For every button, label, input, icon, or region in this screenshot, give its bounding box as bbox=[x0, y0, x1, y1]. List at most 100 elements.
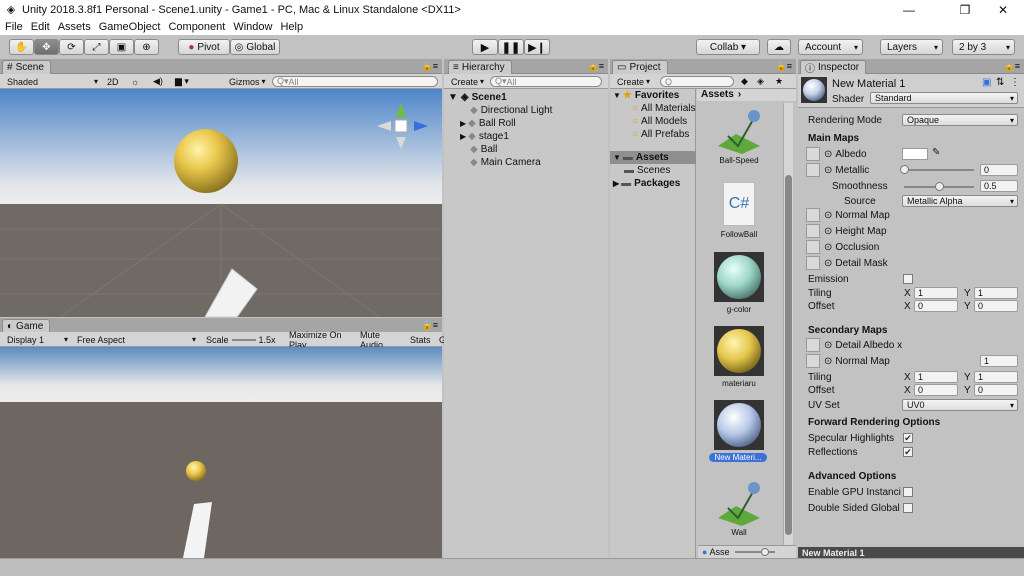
panel-menu-icon[interactable]: 🔒≡ bbox=[588, 61, 604, 72]
step-button[interactable]: ▶❙ bbox=[524, 39, 550, 55]
mute-audio-toggle[interactable]: Mute Audio bbox=[357, 330, 405, 350]
minimize-button[interactable]: — bbox=[886, 0, 932, 19]
move-tool-icon[interactable]: ✥ bbox=[34, 39, 59, 55]
smoothness-value-field[interactable]: 0.5 bbox=[980, 180, 1018, 192]
scale-tool-icon[interactable]: ⤢ bbox=[84, 39, 109, 55]
height-map-slot[interactable] bbox=[806, 224, 820, 238]
occlusion-slot[interactable] bbox=[806, 240, 820, 254]
menu-component[interactable]: Component bbox=[168, 21, 225, 33]
play-button[interactable]: ▶ bbox=[472, 39, 498, 55]
packages-folder[interactable]: ▶ ▬ Packages bbox=[613, 177, 680, 190]
layers-dropdown[interactable]: Layers ▾ bbox=[880, 39, 943, 55]
specular-highlights-checkbox[interactable]: ✔ bbox=[903, 433, 913, 443]
target-icon[interactable]: ⊙ bbox=[824, 165, 832, 176]
tab-project[interactable]: ▭ Project bbox=[612, 60, 668, 74]
target-icon[interactable]: ⊙ bbox=[824, 258, 832, 269]
preview-bar[interactable]: New Material 1 bbox=[798, 547, 1024, 558]
panel-menu-icon[interactable]: 🔒≡ bbox=[422, 61, 438, 72]
target-icon[interactable]: ⊙ bbox=[824, 242, 832, 253]
wall-asset-icon[interactable] bbox=[712, 478, 766, 526]
settings-icon[interactable]: ⇅ bbox=[996, 77, 1004, 88]
light-toggle-icon[interactable]: ☼ bbox=[128, 76, 146, 87]
cloud-icon[interactable]: ☁ bbox=[767, 39, 791, 55]
hierarchy-search-input[interactable]: Q▾ All bbox=[490, 76, 602, 87]
rendering-mode-dropdown[interactable]: Opaque bbox=[902, 114, 1018, 126]
scenes-folder[interactable]: ▬ Scenes bbox=[624, 164, 670, 177]
scrollbar-thumb[interactable] bbox=[785, 175, 792, 535]
scale-slider[interactable]: Scale 1.5x bbox=[203, 334, 283, 345]
smoothness-slider[interactable] bbox=[904, 182, 974, 191]
collab-dropdown[interactable]: Collab ▾ bbox=[696, 39, 760, 55]
scale-slider-track[interactable] bbox=[231, 338, 256, 341]
normal-map-slot[interactable] bbox=[806, 208, 820, 222]
shading-dropdown[interactable]: Shaded ▾ bbox=[4, 76, 100, 87]
detail-mask-slot[interactable] bbox=[806, 256, 820, 270]
expand-arrow-icon[interactable]: ▼ bbox=[613, 153, 621, 162]
albedo-color-swatch[interactable] bbox=[902, 148, 928, 160]
tiling-y-field[interactable]: 1 bbox=[974, 287, 1018, 299]
hierarchy-item-main-camera[interactable]: ◆ Main Camera bbox=[470, 156, 541, 169]
expand-arrow-icon[interactable]: ▶ bbox=[460, 119, 466, 128]
eyedropper-icon[interactable]: ✎ bbox=[932, 147, 940, 158]
panel-menu-icon[interactable]: 🔒≡ bbox=[776, 61, 792, 72]
menu-gameobject[interactable]: GameObject bbox=[99, 21, 161, 33]
emission-checkbox[interactable] bbox=[903, 274, 913, 284]
favorite-star-icon[interactable]: ★ bbox=[772, 76, 786, 87]
gizmos-dropdown[interactable]: Gizmos ▾ bbox=[226, 76, 270, 87]
fav-all-models[interactable]: ○ All Models bbox=[632, 115, 687, 128]
sec-offset-x-field[interactable]: 0 bbox=[914, 384, 958, 396]
menu-file[interactable]: File bbox=[5, 21, 23, 33]
material-sphere-icon[interactable] bbox=[714, 252, 764, 302]
aspect-dropdown[interactable]: Free Aspect ▾ bbox=[74, 334, 198, 345]
layout-dropdown[interactable]: 2 by 3 ▾ bbox=[952, 39, 1015, 55]
ball-speed-asset-icon[interactable] bbox=[712, 106, 766, 154]
display-dropdown[interactable]: Display 1 ▾ bbox=[4, 334, 70, 345]
project-search-input[interactable]: Q bbox=[660, 76, 734, 87]
fav-all-materials[interactable]: ○ All Materials bbox=[632, 102, 696, 115]
target-icon[interactable]: ⊙ bbox=[824, 356, 832, 367]
target-icon[interactable]: ⊙ bbox=[824, 340, 832, 351]
transform-tool-icon[interactable]: ⊕ bbox=[134, 39, 159, 55]
metallic-slider[interactable] bbox=[900, 165, 974, 174]
metallic-value-field[interactable]: 0 bbox=[980, 164, 1018, 176]
panel-menu-icon[interactable]: 🔒≡ bbox=[1004, 61, 1020, 72]
gear-icon[interactable]: ⋮ bbox=[1010, 77, 1020, 88]
tab-hierarchy[interactable]: ≡ Hierarchy bbox=[448, 60, 512, 74]
expand-arrow-icon[interactable]: ▶ bbox=[460, 132, 466, 141]
metallic-texture-slot[interactable] bbox=[806, 163, 820, 177]
scene-search-input[interactable]: Q▾ All bbox=[272, 76, 438, 87]
panel-menu-icon[interactable]: 🔒≡ bbox=[422, 320, 438, 331]
shader-dropdown[interactable]: Standard bbox=[870, 92, 1018, 104]
scene-viewport[interactable]: Persp bbox=[0, 89, 442, 317]
menu-edit[interactable]: Edit bbox=[31, 21, 50, 33]
hierarchy-create-dropdown[interactable]: Create ▾ bbox=[448, 76, 486, 87]
menu-window[interactable]: Window bbox=[233, 21, 272, 33]
sec-tiling-y-field[interactable]: 1 bbox=[974, 371, 1018, 383]
uv-set-dropdown[interactable]: UV0 bbox=[902, 399, 1018, 411]
hierarchy-item-ball-roll[interactable]: ▶ ◆ Ball Roll bbox=[460, 117, 516, 130]
rect-tool-icon[interactable]: ▣ bbox=[109, 39, 134, 55]
maximize-on-play-toggle[interactable]: Maximize On Play bbox=[286, 330, 356, 350]
reflections-checkbox[interactable]: ✔ bbox=[903, 447, 913, 457]
filter-type-icon[interactable]: ◆ bbox=[738, 76, 752, 87]
pause-button[interactable]: ❚❚ bbox=[498, 39, 524, 55]
menu-help[interactable]: Help bbox=[280, 21, 303, 33]
target-icon[interactable]: ⊙ bbox=[824, 226, 832, 237]
2d-toggle[interactable]: 2D bbox=[104, 76, 122, 87]
material-sphere-icon[interactable] bbox=[714, 326, 764, 376]
global-button[interactable]: ◎ Global bbox=[230, 39, 280, 55]
albedo-texture-slot[interactable] bbox=[806, 147, 820, 161]
offset-x-field[interactable]: 0 bbox=[914, 300, 958, 312]
detail-albedo-slot[interactable] bbox=[806, 338, 820, 352]
filter-label-icon[interactable]: ◈ bbox=[754, 76, 768, 87]
menu-assets[interactable]: Assets bbox=[58, 21, 91, 33]
sec-tiling-x-field[interactable]: 1 bbox=[914, 371, 958, 383]
pivot-button[interactable]: ● Pivot bbox=[178, 39, 230, 55]
material-sphere-icon[interactable] bbox=[714, 400, 764, 450]
account-dropdown[interactable]: Account ▾ bbox=[798, 39, 863, 55]
audio-toggle-icon[interactable]: ◀) bbox=[150, 76, 168, 87]
expand-arrow-icon[interactable]: ▼ bbox=[448, 92, 458, 103]
stats-toggle[interactable]: Stats bbox=[407, 334, 433, 345]
target-icon[interactable]: ⊙ bbox=[824, 149, 832, 160]
hierarchy-item-ball[interactable]: ◆ Ball bbox=[470, 143, 497, 156]
